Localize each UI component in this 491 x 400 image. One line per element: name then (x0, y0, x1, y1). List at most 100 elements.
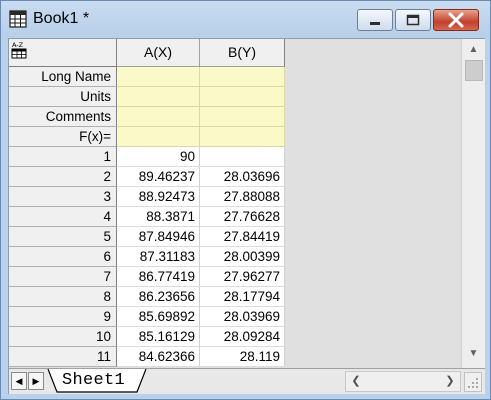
data-cell-a[interactable]: 87.84946 (117, 227, 200, 247)
cell-value: 27.88088 (223, 189, 280, 204)
close-icon (448, 12, 464, 28)
cell-value: 28.119 (239, 349, 280, 364)
row-header[interactable]: 5 (9, 227, 117, 247)
vertical-scroll-thumb[interactable] (465, 60, 483, 81)
data-cell-a[interactable]: 90 (117, 147, 200, 167)
cell-value: 90 (179, 149, 195, 164)
cell-value: 28.17794 (223, 289, 280, 304)
units-cell-a[interactable] (117, 87, 200, 107)
svg-text:A-Z: A-Z (12, 41, 24, 49)
row-number: 8 (103, 289, 111, 304)
chevron-right-icon: ❯ (445, 375, 455, 387)
scroll-right-button[interactable]: ❯ (442, 373, 458, 390)
scroll-up-button[interactable]: ▲ (464, 41, 483, 58)
units-cell-b[interactable] (200, 87, 285, 107)
horizontal-scrollbar[interactable]: ❮ ❯ (345, 371, 461, 392)
cell-value: 89.46237 (138, 169, 195, 184)
data-cell-b[interactable]: 27.88088 (200, 187, 285, 207)
minimize-button[interactable] (357, 9, 393, 31)
data-cell-a[interactable]: 88.92473 (117, 187, 200, 207)
row-header-comments[interactable]: Comments (9, 107, 117, 127)
workbook-client-area: A-Z A(X) B(Y) Long Name Units Comments F… (8, 38, 485, 394)
column-header-b[interactable]: B(Y) (200, 39, 285, 67)
cell-value: 86.77419 (138, 269, 195, 284)
row-number: 11 (96, 349, 111, 364)
sheet-tab-bar: ◀ ▶ Sheet1 ❮ ❯ (9, 368, 485, 394)
data-cell-b[interactable]: 28.00399 (200, 247, 285, 267)
row-header[interactable]: 9 (9, 307, 117, 327)
cell-value: 84.62366 (138, 349, 195, 364)
row-header-label: Comments (45, 109, 111, 124)
window-title: Book1 * (33, 10, 90, 27)
chevron-up-icon: ▲ (468, 44, 479, 55)
data-cell-b[interactable] (200, 147, 285, 167)
data-cell-b[interactable]: 28.17794 (200, 287, 285, 307)
resize-grip-icon[interactable] (464, 372, 482, 392)
row-header[interactable]: 4 (9, 207, 117, 227)
row-header[interactable]: 2 (9, 167, 117, 187)
previous-sheet-button[interactable]: ◀ (11, 372, 27, 390)
row-header-units[interactable]: Units (9, 87, 117, 107)
data-cell-b[interactable]: 28.03696 (200, 167, 285, 187)
grip-dots-icon (468, 378, 478, 388)
minimize-icon (370, 22, 380, 25)
cell-value: 28.03969 (223, 309, 280, 324)
cell-value: 86.23656 (138, 289, 195, 304)
row-header-long-name[interactable]: Long Name (9, 67, 117, 87)
data-cell-b[interactable]: 27.84419 (200, 227, 285, 247)
row-number: 9 (103, 309, 111, 324)
row-header[interactable]: 1 (9, 147, 117, 167)
data-cell-b[interactable]: 28.03969 (200, 307, 285, 327)
row-number: 5 (103, 229, 111, 244)
select-all-corner[interactable]: A-Z (9, 39, 117, 67)
row-header-formula[interactable]: F(x)= (9, 127, 117, 147)
data-cell-a[interactable]: 85.69892 (117, 307, 200, 327)
column-header-a[interactable]: A(X) (117, 39, 200, 67)
worksheet-grid[interactable]: A-Z A(X) B(Y) Long Name Units Comments F… (9, 39, 461, 368)
row-header[interactable]: 7 (9, 267, 117, 287)
long-name-cell-a[interactable] (117, 67, 200, 87)
data-cell-a[interactable]: 89.46237 (117, 167, 200, 187)
sheet-tab[interactable]: Sheet1 (47, 369, 147, 393)
formula-cell-b[interactable] (200, 127, 285, 147)
data-cell-a[interactable]: 88.3871 (117, 207, 200, 227)
data-cell-b[interactable]: 28.09284 (200, 327, 285, 347)
maximize-button[interactable] (395, 9, 431, 31)
data-cell-a[interactable]: 84.62366 (117, 347, 200, 367)
data-cell-b[interactable]: 28.119 (200, 347, 285, 367)
long-name-cell-b[interactable] (200, 67, 285, 87)
vertical-scrollbar[interactable]: ▲ ▼ (461, 39, 485, 368)
row-header[interactable]: 11 (9, 347, 117, 367)
data-cell-a[interactable]: 86.23656 (117, 287, 200, 307)
cell-value: 28.09284 (223, 329, 280, 344)
row-number: 10 (95, 329, 111, 344)
row-header[interactable]: 3 (9, 187, 117, 207)
cell-value: 87.31183 (139, 249, 195, 264)
formula-cell-a[interactable] (117, 127, 200, 147)
column-header-label: B(Y) (228, 44, 256, 60)
row-header[interactable]: 8 (9, 287, 117, 307)
cell-value: 87.84946 (138, 229, 195, 244)
comments-cell-a[interactable] (117, 107, 200, 127)
data-cell-b[interactable]: 27.76628 (200, 207, 285, 227)
row-header[interactable]: 10 (9, 327, 117, 347)
cell-value: 88.3871 (146, 209, 195, 224)
chevron-left-icon: ❮ (351, 375, 361, 387)
row-number: 1 (103, 149, 111, 164)
scroll-left-button[interactable]: ❮ (348, 373, 364, 390)
row-number: 3 (103, 189, 111, 204)
scroll-down-button[interactable]: ▼ (464, 345, 483, 362)
data-cell-a[interactable]: 87.31183 (117, 247, 200, 267)
title-bar[interactable]: Book1 * (1, 1, 490, 37)
data-cell-b[interactable]: 27.96277 (200, 267, 285, 287)
close-button[interactable] (433, 9, 479, 31)
row-header[interactable]: 6 (9, 247, 117, 267)
row-number: 4 (103, 209, 111, 224)
triangle-left-icon: ◀ (15, 376, 23, 386)
data-cell-a[interactable]: 85.16129 (117, 327, 200, 347)
comments-cell-b[interactable] (200, 107, 285, 127)
next-sheet-button[interactable]: ▶ (28, 372, 44, 390)
data-cell-a[interactable]: 86.77419 (117, 267, 200, 287)
triangle-right-icon: ▶ (32, 376, 40, 386)
row-number: 2 (103, 169, 111, 184)
